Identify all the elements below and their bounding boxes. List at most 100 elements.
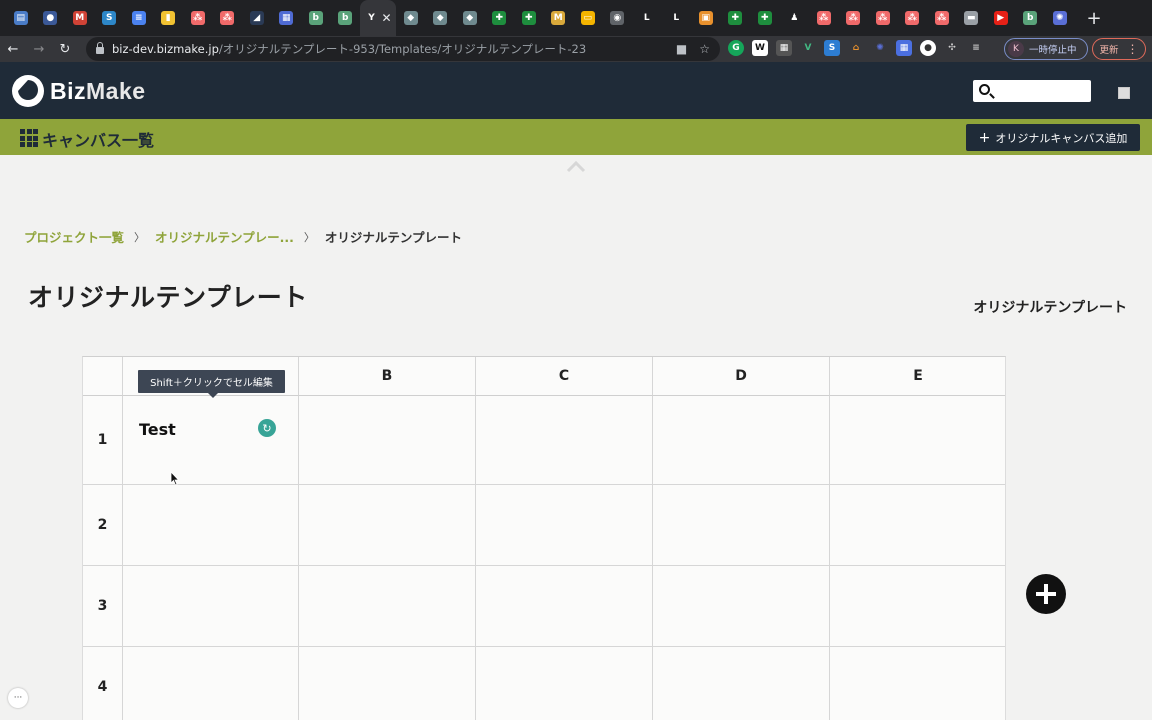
grammarly-refresh-icon[interactable]: ↻: [258, 419, 276, 437]
column-header[interactable]: B: [299, 357, 476, 396]
close-tab-icon[interactable]: ✕: [381, 11, 391, 25]
browser-tab[interactable]: ⁂: [898, 0, 928, 36]
table-extension-icon[interactable]: ▦: [896, 40, 912, 56]
browser-tab[interactable]: b: [331, 0, 361, 36]
browser-tab[interactable]: L: [662, 0, 692, 36]
column-header[interactable]: E: [830, 357, 1005, 396]
browser-tab[interactable]: ▣: [691, 0, 721, 36]
browser-tab[interactable]: ≡: [124, 0, 154, 36]
grid-cell[interactable]: [299, 647, 476, 720]
forward-icon[interactable]: →: [26, 42, 52, 57]
breadcrumb: プロジェクト一覧 〉 オリジナルテンプレー... 〉 オリジナルテンプレート: [24, 227, 462, 246]
new-tab-icon[interactable]: +: [1087, 8, 1102, 29]
row-header[interactable]: 1: [83, 396, 123, 485]
grid-cell[interactable]: [653, 647, 830, 720]
grid-icon[interactable]: [20, 129, 38, 147]
browser-tab[interactable]: ●: [36, 0, 66, 36]
grid-cell[interactable]: [830, 485, 1005, 566]
browser-tab[interactable]: b: [301, 0, 331, 36]
grid-cell[interactable]: [653, 566, 830, 647]
grid-cell[interactable]: [830, 566, 1005, 647]
browser-tab[interactable]: ◢: [242, 0, 272, 36]
add-original-canvas-button[interactable]: + オリジナルキャンバス追加: [966, 124, 1140, 151]
chevron-up-icon[interactable]: [566, 159, 586, 173]
grid-cell[interactable]: [476, 396, 653, 485]
grid-cell[interactable]: [123, 396, 299, 485]
browser-tab[interactable]: ▬: [957, 0, 987, 36]
browser-tab[interactable]: ◆: [455, 0, 485, 36]
update-button[interactable]: 更新 ⋮: [1092, 38, 1146, 60]
browser-tab[interactable]: ▦: [272, 0, 302, 36]
search-input[interactable]: [973, 80, 1091, 102]
house-icon[interactable]: ⌂: [848, 40, 864, 56]
profile-paused-button[interactable]: K 一時停止中: [1004, 38, 1088, 60]
browser-tab[interactable]: ✚: [750, 0, 780, 36]
address-bar[interactable]: biz-dev.bizmake.jp/オリジナルテンプレート-953/Templ…: [86, 37, 720, 61]
user-avatar[interactable]: [1118, 87, 1130, 99]
vue-icon[interactable]: V: [800, 40, 816, 56]
browser-tab[interactable]: ⁂: [183, 0, 213, 36]
breadcrumb-template-link[interactable]: オリジナルテンプレー...: [155, 227, 294, 246]
cell-a1-text: Test: [139, 420, 176, 439]
browser-tab[interactable]: ◆: [426, 0, 456, 36]
browser-tab[interactable]: Y ✕: [360, 0, 396, 36]
browser-tab[interactable]: L: [632, 0, 662, 36]
browser-tab[interactable]: ▶: [986, 0, 1016, 36]
browser-tab[interactable]: ✚: [721, 0, 751, 36]
browser-tab[interactable]: ♟: [780, 0, 810, 36]
grid-cell[interactable]: [299, 396, 476, 485]
row-header[interactable]: 3: [83, 566, 123, 647]
camera-icon[interactable]: ■: [676, 42, 687, 56]
settings-extension-icon[interactable]: ✺: [872, 40, 888, 56]
grid-cell[interactable]: [299, 566, 476, 647]
browser-tab[interactable]: ◉: [603, 0, 633, 36]
more-options-icon[interactable]: ···: [8, 688, 28, 708]
grid-cell[interactable]: [476, 566, 653, 647]
row-header[interactable]: 4: [83, 647, 123, 720]
browser-tab[interactable]: ⁂: [839, 0, 869, 36]
browser-tab[interactable]: ▤: [6, 0, 36, 36]
browser-tab[interactable]: ⁂: [927, 0, 957, 36]
grid-cell[interactable]: [123, 647, 299, 720]
row-header[interactable]: 2: [83, 485, 123, 566]
browser-tab[interactable]: ✚: [514, 0, 544, 36]
canvas-list-link[interactable]: キャンバス一覧: [42, 127, 154, 151]
add-row-button[interactable]: [1026, 574, 1066, 614]
w-extension-icon[interactable]: W: [752, 40, 768, 56]
breadcrumb-projects-link[interactable]: プロジェクト一覧: [24, 227, 124, 246]
browser-tab[interactable]: ⁂: [213, 0, 243, 36]
browser-tab[interactable]: ▮: [154, 0, 184, 36]
browser-tab[interactable]: M: [544, 0, 574, 36]
browser-tab[interactable]: ⁂: [868, 0, 898, 36]
grid-cell[interactable]: [123, 566, 299, 647]
grid-cell[interactable]: [653, 485, 830, 566]
puzzle-icon[interactable]: ✣: [944, 40, 960, 56]
grid-cell[interactable]: [299, 485, 476, 566]
browser-tab[interactable]: ✺: [1045, 0, 1075, 36]
browser-tab[interactable]: ✚: [485, 0, 515, 36]
grid-cell[interactable]: [830, 396, 1005, 485]
browser-tab[interactable]: S: [95, 0, 125, 36]
back-icon[interactable]: ←: [0, 42, 26, 57]
reload-icon[interactable]: ↻: [52, 42, 78, 57]
column-header[interactable]: C: [476, 357, 653, 396]
browser-tab[interactable]: M: [65, 0, 95, 36]
s-extension-icon[interactable]: S: [824, 40, 840, 56]
grid-cell[interactable]: [476, 647, 653, 720]
grid-cell[interactable]: [830, 647, 1005, 720]
browser-tab[interactable]: ▭: [573, 0, 603, 36]
bookmark-star-icon[interactable]: ☆: [699, 42, 710, 56]
reading-list-icon[interactable]: ≡: [968, 40, 984, 56]
browser-tab[interactable]: b: [1016, 0, 1046, 36]
browser-tab[interactable]: ⁂: [809, 0, 839, 36]
grid-extension-icon[interactable]: ▦: [776, 40, 792, 56]
logo-mark-icon: [12, 75, 44, 107]
browser-tab[interactable]: ◆: [396, 0, 426, 36]
grid-cell[interactable]: [123, 485, 299, 566]
column-header[interactable]: D: [653, 357, 830, 396]
bizmake-logo[interactable]: BizMake: [12, 75, 146, 107]
grammarly-icon[interactable]: G: [728, 40, 744, 56]
grid-cell[interactable]: [476, 485, 653, 566]
meet-icon[interactable]: ●: [920, 40, 936, 56]
grid-cell[interactable]: [653, 396, 830, 485]
